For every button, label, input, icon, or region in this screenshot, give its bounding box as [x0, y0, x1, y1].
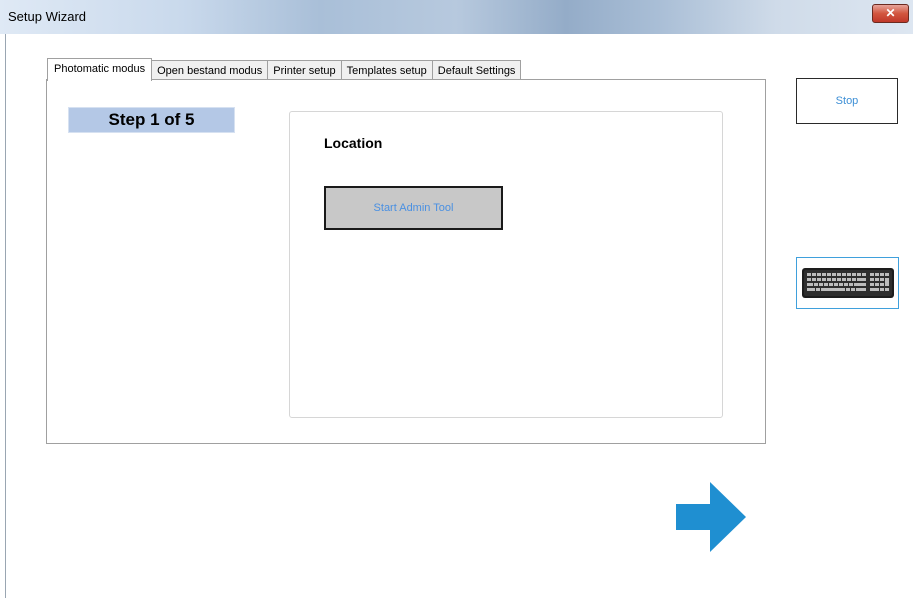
location-title: Location [324, 135, 383, 151]
close-icon: ✕ [885, 6, 896, 20]
keyboard-button[interactable] [796, 257, 899, 309]
tab-default-settings[interactable]: Default Settings [431, 60, 522, 81]
stop-button[interactable]: Stop [796, 78, 898, 124]
window-left-edge [5, 34, 6, 598]
arrow-right-icon[interactable] [676, 482, 748, 552]
close-button[interactable]: ✕ [872, 4, 909, 23]
start-admin-tool-button[interactable]: Start Admin Tool [324, 186, 503, 230]
step-indicator: Step 1 of 5 [68, 107, 235, 133]
title-bar[interactable]: Setup Wizard ✕ [0, 0, 913, 34]
tab-printer-setup[interactable]: Printer setup [267, 60, 342, 81]
tab-strip: Photomatic modus Open bestand modus Prin… [47, 58, 522, 81]
tab-open-bestand-modus[interactable]: Open bestand modus [151, 60, 269, 81]
keyboard-icon [802, 268, 894, 298]
tab-photomatic-modus[interactable]: Photomatic modus [47, 58, 153, 81]
setup-wizard-window: Setup Wizard ✕ Photomatic modus Open bes… [0, 0, 913, 598]
window-title: Setup Wizard [8, 9, 87, 24]
tab-templates-setup[interactable]: Templates setup [340, 60, 433, 81]
location-group [289, 111, 723, 418]
